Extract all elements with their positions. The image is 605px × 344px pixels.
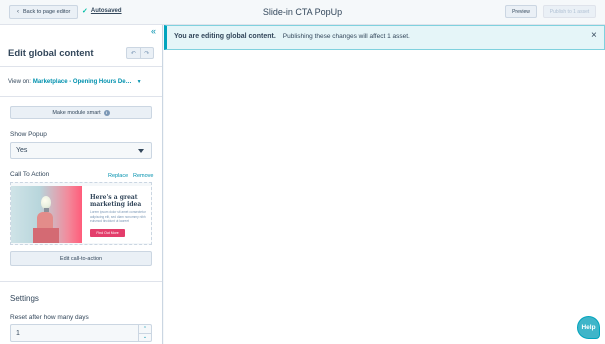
show-popup-label: Show Popup <box>10 131 47 138</box>
make-smart-label: Make module smart <box>52 109 101 116</box>
undo-icon[interactable]: ↶ <box>127 48 140 58</box>
cta-find-out-more-button: Find Out More <box>90 229 125 237</box>
reset-days-label: Reset after how many days <box>10 314 89 321</box>
remove-cta-link[interactable]: Remove <box>133 173 153 179</box>
show-popup-value: Yes <box>16 147 28 154</box>
view-on-selector[interactable]: View on: Marketplace - Opening Hours De…… <box>8 79 142 85</box>
reset-days-value: 1 <box>16 329 20 337</box>
cta-card: Here's a great marketing idea Lorem ipsu… <box>11 186 151 243</box>
global-content-banner: You are editing global content. Publishin… <box>164 25 605 50</box>
decrement-icon[interactable]: ⌄ <box>139 332 151 342</box>
divider <box>0 281 162 282</box>
dropdown-arrow-icon <box>138 149 144 153</box>
reset-days-input[interactable]: 1 ⌃ ⌄ <box>10 324 152 342</box>
sidebar-header: Edit global content ↶ ↷ <box>0 37 162 67</box>
view-on-label: View on: <box>8 79 31 85</box>
cta-body-text: Lorem ipsum dolor sit amet consectetur a… <box>90 210 146 224</box>
settings-heading: Settings <box>10 294 39 303</box>
redo-icon[interactable]: ↷ <box>139 48 154 58</box>
info-icon[interactable]: i <box>103 109 110 116</box>
collapse-sidebar-icon[interactable]: « <box>151 27 156 36</box>
cta-image <box>11 186 82 243</box>
publish-button[interactable]: Publish to 1 asset <box>543 5 596 18</box>
view-on-value[interactable]: Marketplace - Opening Hours De… <box>33 79 132 85</box>
help-button[interactable]: Help <box>577 316 600 339</box>
preview-button[interactable]: Preview <box>505 5 537 18</box>
replace-cta-link[interactable]: Replace <box>108 173 128 179</box>
caret-down-icon: ▼ <box>136 79 142 85</box>
show-popup-dropdown[interactable]: Yes <box>10 142 152 159</box>
divider <box>0 96 162 97</box>
increment-icon[interactable]: ⌃ <box>139 325 151 333</box>
banner-bold-text: You are editing global content. <box>174 33 276 40</box>
make-module-smart-button[interactable]: Make module smart i <box>10 106 152 119</box>
cta-label: Call To Action <box>10 171 50 178</box>
close-icon[interactable]: × <box>591 31 597 41</box>
cta-heading: Here's a great marketing idea <box>90 194 142 209</box>
preview-canvas <box>164 50 605 344</box>
banner-text: Publishing these changes will affect 1 a… <box>282 33 410 40</box>
top-header: ‹ Back to page editor ✓ Autosaved Slide-… <box>0 0 605 25</box>
number-stepper: ⌃ ⌄ <box>138 325 151 341</box>
sleeve-graphic <box>33 228 59 243</box>
undo-redo-group: ↶ ↷ <box>126 47 154 59</box>
cta-preview[interactable]: Here's a great marketing idea Lorem ipsu… <box>10 182 152 245</box>
sidebar-title: Edit global content <box>8 48 94 59</box>
banner-message: You are editing global content. Publishin… <box>174 33 410 40</box>
edit-sidebar: « Edit global content ↶ ↷ View on: Marke… <box>0 25 163 344</box>
edit-cta-button[interactable]: Edit call-to-action <box>10 251 152 266</box>
